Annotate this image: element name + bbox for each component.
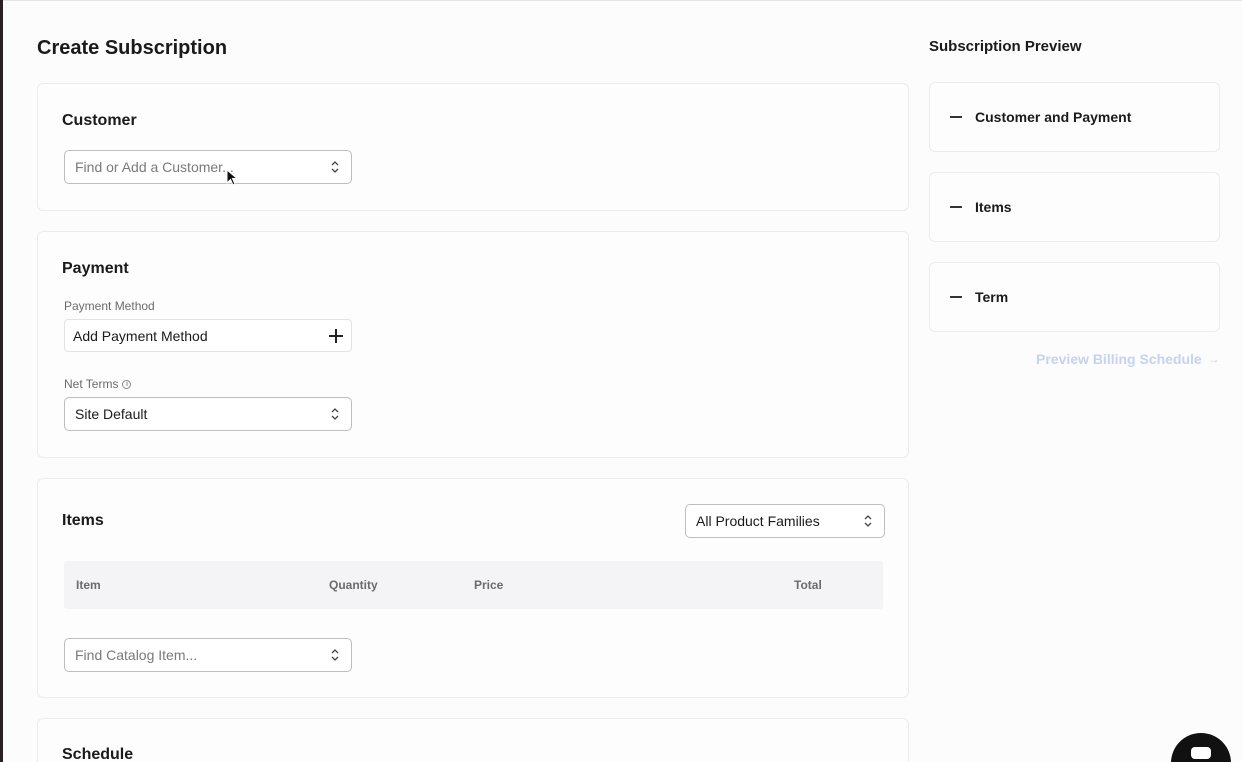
mouse-cursor-icon [226, 169, 238, 186]
product-family-select[interactable]: All Product Families [685, 504, 885, 538]
chevron-up-down-icon [329, 646, 341, 664]
product-family-value: All Product Families [696, 513, 820, 529]
preview-section-label: Items [975, 199, 1012, 215]
arrow-right-icon: → [1207, 352, 1220, 366]
items-table-header: Item Quantity Price Total [64, 561, 883, 609]
column-header-total: Total [794, 578, 822, 592]
info-icon[interactable]: i [122, 379, 132, 389]
schedule-card-title: Schedule [62, 746, 134, 762]
preview-section-label: Customer and Payment [975, 109, 1132, 125]
payment-method-label-text: Payment Method [64, 299, 155, 313]
chevron-up-down-icon [329, 158, 341, 176]
payment-method-label: Payment Method [64, 299, 155, 313]
customer-card: Customer Find or Add a Customer... [37, 83, 909, 211]
payment-card-title: Payment [62, 260, 129, 277]
preview-billing-schedule-label: Preview Billing Schedule [1036, 351, 1202, 367]
page-title: Create Subscription [37, 37, 228, 59]
catalog-item-placeholder: Find Catalog Item... [75, 647, 198, 663]
net-terms-select[interactable]: Site Default [64, 397, 352, 431]
column-header-quantity: Quantity [329, 578, 378, 592]
chevron-up-down-icon [329, 405, 341, 423]
net-terms-label-text: Net Terms [64, 377, 119, 391]
dash-icon [950, 206, 962, 208]
dash-icon [950, 116, 962, 118]
preview-section-label: Term [975, 289, 1009, 305]
column-header-price: Price [474, 578, 504, 592]
customer-card-title: Customer [62, 112, 137, 129]
chevron-up-down-icon [862, 512, 874, 530]
items-card-title: Items [62, 512, 104, 529]
preview-section-items[interactable]: Items [929, 172, 1220, 242]
customer-search-select[interactable]: Find or Add a Customer... [64, 150, 352, 184]
net-terms-value: Site Default [75, 406, 148, 422]
chat-icon[interactable] [1171, 733, 1231, 762]
plus-icon [329, 328, 343, 343]
add-payment-method-label: Add Payment Method [73, 327, 208, 344]
net-terms-label: Net Terms i [64, 377, 132, 391]
add-payment-method-button[interactable]: Add Payment Method [64, 319, 352, 352]
schedule-card: Schedule [37, 718, 909, 762]
payment-card: Payment Payment Method Add Payment Metho… [37, 231, 909, 458]
preview-title: Subscription Preview [929, 38, 1082, 55]
dash-icon [950, 296, 962, 298]
column-header-item: Item [76, 578, 101, 592]
catalog-item-select[interactable]: Find Catalog Item... [64, 638, 352, 672]
window-left-border [0, 0, 3, 762]
window-top-border [0, 0, 1242, 1]
preview-billing-schedule-link[interactable]: Preview Billing Schedule → [1036, 351, 1220, 367]
items-card: Items All Product Families Item Quantity… [37, 478, 909, 698]
preview-section-customer-payment[interactable]: Customer and Payment [929, 82, 1220, 152]
customer-search-placeholder: Find or Add a Customer... [75, 159, 234, 175]
preview-section-term[interactable]: Term [929, 262, 1220, 332]
